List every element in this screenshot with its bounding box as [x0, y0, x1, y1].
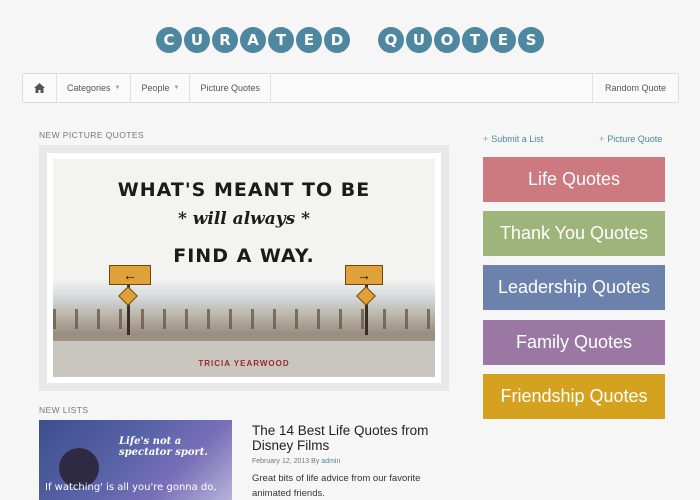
nav-picture-quotes[interactable]: Picture Quotes — [190, 74, 271, 102]
logo-word-curated: C U R A T E D — [156, 27, 350, 53]
logo-word-quotes: Q U O T E S — [378, 27, 544, 53]
category-family-quotes[interactable]: Family Quotes — [483, 320, 665, 365]
category-leadership-quotes[interactable]: Leadership Quotes — [483, 265, 665, 310]
list-author-link[interactable]: admin — [321, 458, 340, 465]
logo-letter: O — [434, 27, 460, 53]
list-title-link[interactable]: The 14 Best Life Quotes from Disney Film… — [252, 423, 452, 453]
category-life-quotes[interactable]: Life Quotes — [483, 157, 665, 202]
picture-quote-image[interactable]: WHAT'S MEANT TO BE * will always * FIND … — [47, 153, 441, 383]
featured-picture-quote[interactable]: WHAT'S MEANT TO BE * will always * FIND … — [39, 145, 449, 391]
main-nav: Categories ▼ People ▼ Picture Quotes Ran… — [22, 73, 679, 103]
list-description: Great bits of life advice from our favor… — [252, 473, 421, 499]
random-quote-button[interactable]: Random Quote — [593, 74, 678, 102]
list-date: February 12, 2013 — [252, 458, 310, 465]
logo-letter: U — [184, 27, 210, 53]
logo-letter: C — [156, 27, 182, 53]
quote-attribution: TRICIA YEARWOOD — [198, 359, 290, 368]
random-quote-label: Random Quote — [604, 83, 666, 93]
quote-line-2: * will always * — [177, 209, 311, 229]
picture-quote-link[interactable]: + Picture Quote — [599, 134, 662, 144]
nav-spacer — [271, 74, 593, 102]
logo-letter: A — [240, 27, 266, 53]
plus-icon: + — [599, 134, 605, 144]
nav-categories-label: Categories — [67, 83, 111, 93]
site-logo[interactable]: C U R A T E D Q U O T E S — [0, 27, 700, 53]
home-button[interactable] — [23, 74, 57, 102]
nav-categories[interactable]: Categories ▼ — [57, 74, 132, 102]
logo-letter: Q — [378, 27, 404, 53]
diamond-sign-icon — [118, 286, 138, 306]
list-thumbnail[interactable]: Life's not a spectator sport. If watchin… — [39, 420, 232, 500]
nav-people-label: People — [141, 83, 170, 93]
fence-decoration — [53, 309, 435, 329]
logo-letter: R — [212, 27, 238, 53]
list-meta: February 12, 2013 By admin — [252, 458, 340, 465]
picture-quote-art: WHAT'S MEANT TO BE * will always * FIND … — [53, 159, 435, 377]
picture-quote-label: Picture Quote — [607, 134, 663, 144]
thumbnail-caption: If watching' is all you're gonna do, — [45, 482, 217, 493]
category-friendship-quotes[interactable]: Friendship Quotes — [483, 374, 665, 419]
nav-people[interactable]: People ▼ — [131, 74, 191, 102]
home-icon — [34, 83, 45, 93]
left-arrow-sign-icon: ← — [109, 265, 151, 285]
logo-letter: E — [490, 27, 516, 53]
logo-letter: D — [324, 27, 350, 53]
picture-quotes-heading: New Picture Quotes — [39, 130, 144, 140]
logo-letter: E — [296, 27, 322, 53]
quote-line-1: WHAT'S MEANT TO BE — [117, 179, 371, 201]
submit-list-label: Submit a List — [491, 134, 544, 144]
diamond-sign-icon — [356, 286, 376, 306]
quote-line-3: FIND A WAY. — [173, 245, 315, 267]
logo-letter: T — [462, 27, 488, 53]
chevron-down-icon: ▼ — [114, 85, 121, 91]
category-thank-you-quotes[interactable]: Thank You Quotes — [483, 211, 665, 256]
logo-letter: U — [406, 27, 432, 53]
nav-picture-quotes-label: Picture Quotes — [200, 83, 260, 93]
new-lists-heading: New Lists — [39, 405, 89, 415]
submit-list-link[interactable]: + Submit a List — [483, 134, 543, 144]
logo-letter: T — [268, 27, 294, 53]
thumbnail-caption: Life's not a spectator sport. — [119, 436, 208, 458]
logo-letter: S — [518, 27, 544, 53]
chevron-down-icon: ▼ — [173, 85, 180, 91]
list-by: By — [311, 458, 320, 465]
plus-icon: + — [483, 134, 489, 144]
right-arrow-sign-icon: → — [345, 265, 383, 285]
